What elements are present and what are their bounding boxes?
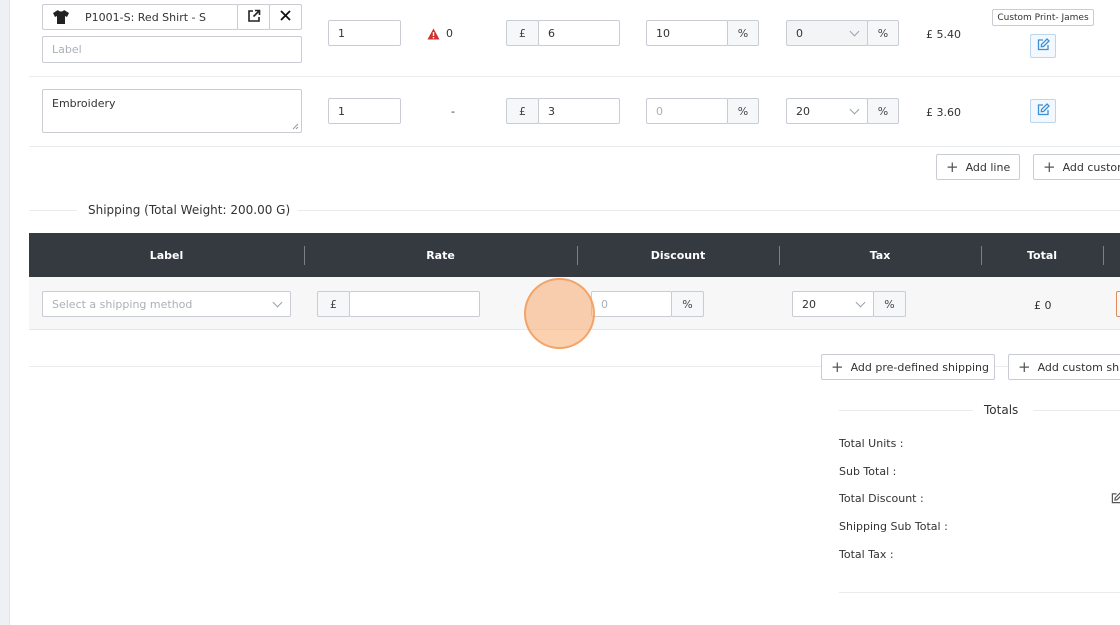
shipping-method-select[interactable]: Select a shipping method [42, 291, 291, 317]
quantity-input[interactable]: 1 [328, 98, 401, 124]
currency-addon: £ [506, 20, 539, 46]
percent-addon: % [873, 291, 906, 317]
currency-addon: £ [317, 291, 350, 317]
column-header-tax: Tax [869, 248, 891, 262]
edit-icon [1037, 38, 1050, 54]
click-indicator [524, 278, 595, 349]
sub-total-label: Sub Total : [839, 465, 897, 478]
column-header-discount: Discount [650, 248, 706, 262]
external-link-icon [247, 9, 261, 26]
remove-shipping-button[interactable] [1116, 291, 1120, 317]
total-units-label: Total Units : [839, 437, 904, 450]
currency-addon: £ [506, 98, 539, 124]
section-rule [1033, 410, 1120, 411]
add-predefined-shipping-button[interactable]: + Add pre-defined shipping [821, 354, 995, 380]
close-icon [280, 10, 291, 24]
shirt-icon [52, 9, 70, 25]
row-divider [29, 76, 1120, 77]
percent-addon: % [867, 20, 899, 46]
add-custom-label: Add custom [1062, 160, 1120, 174]
column-header-total: Total [1026, 248, 1058, 262]
add-predefined-shipping-label: Add pre-defined shipping [850, 360, 990, 374]
edit-icon [1037, 103, 1050, 119]
edit-icon[interactable] [1111, 492, 1120, 507]
chevron-down-icon [849, 26, 860, 36]
column-separator [1103, 246, 1104, 265]
remove-product-button[interactable] [269, 4, 302, 30]
stock-dash: - [451, 105, 455, 118]
price-input[interactable]: 6 [538, 20, 620, 46]
line-label-textarea[interactable]: Embroidery [42, 89, 302, 133]
add-line-button[interactable]: + Add line [936, 154, 1020, 180]
discount-input[interactable]: 0 [646, 98, 728, 124]
product-selector[interactable]: P1001-S: Red Shirt - S [42, 4, 238, 30]
totals-divider [839, 592, 1120, 593]
percent-addon: % [867, 98, 899, 124]
column-header-rate: Rate [426, 248, 455, 262]
tax-select[interactable]: 0 [786, 20, 868, 46]
chevron-down-icon [849, 104, 860, 114]
tax-value: 20 [802, 297, 816, 311]
percent-addon: % [727, 20, 759, 46]
add-line-label: Add line [965, 160, 1011, 174]
shipping-table-header: Label Rate Discount Tax Total [29, 233, 1120, 277]
section-rule [298, 210, 1120, 211]
resize-handle[interactable] [292, 123, 299, 130]
shipping-title: Shipping (Total Weight: 200.00 G) [88, 203, 291, 217]
product-name: P1001-S: Red Shirt - S [85, 11, 206, 24]
line-label-input[interactable]: Label [42, 36, 302, 63]
quantity-input[interactable]: 1 [328, 20, 401, 46]
chevron-down-icon [855, 297, 866, 307]
percent-addon: % [727, 98, 759, 124]
shipping-discount-input[interactable]: 0 [591, 291, 672, 317]
shipping-method-placeholder: Select a shipping method [52, 297, 193, 311]
stock-count: 0 [446, 27, 453, 40]
edit-line-button[interactable] [1030, 99, 1056, 123]
add-custom-line-button[interactable]: + Add custom [1033, 154, 1120, 180]
total-tax-label: Total Tax : [839, 548, 894, 561]
discount-input[interactable]: 10 [646, 20, 728, 46]
plus-icon: + [1018, 357, 1031, 376]
shipping-tax-select[interactable]: 20 [792, 291, 874, 317]
warning-icon [427, 28, 440, 43]
total-discount-label: Total Discount : [839, 492, 924, 505]
section-rule [839, 410, 973, 411]
column-header-label: Label [149, 248, 184, 262]
line-label-text: Embroidery [52, 97, 116, 110]
percent-addon: % [671, 291, 704, 317]
shipping-rate-input[interactable] [349, 291, 480, 317]
line-total: £ 5.40 [926, 28, 961, 41]
plus-icon: + [946, 157, 959, 176]
add-custom-shipping-label: Add custom shipping [1037, 360, 1120, 374]
plus-icon: + [1043, 157, 1056, 176]
open-product-button[interactable] [237, 4, 270, 30]
price-input[interactable]: 3 [538, 98, 620, 124]
chevron-down-icon [272, 297, 283, 307]
totals-title: Totals [984, 403, 1019, 417]
tax-value: 20 [796, 104, 810, 118]
left-sidebar-edge [0, 0, 10, 625]
line-total: £ 3.60 [926, 106, 961, 119]
plus-icon: + [831, 357, 844, 376]
custom-print-badge[interactable]: Custom Print- James [992, 9, 1094, 26]
shipping-sub-total-label: Shipping Sub Total : [839, 520, 948, 533]
add-custom-shipping-button[interactable]: + Add custom shipping [1008, 354, 1120, 380]
tax-value: 0 [796, 26, 803, 40]
tax-select[interactable]: 20 [786, 98, 868, 124]
section-rule [29, 210, 77, 211]
shipping-total: £ 0 [1034, 299, 1052, 312]
row-divider [29, 146, 1120, 147]
edit-line-button[interactable] [1030, 34, 1056, 58]
